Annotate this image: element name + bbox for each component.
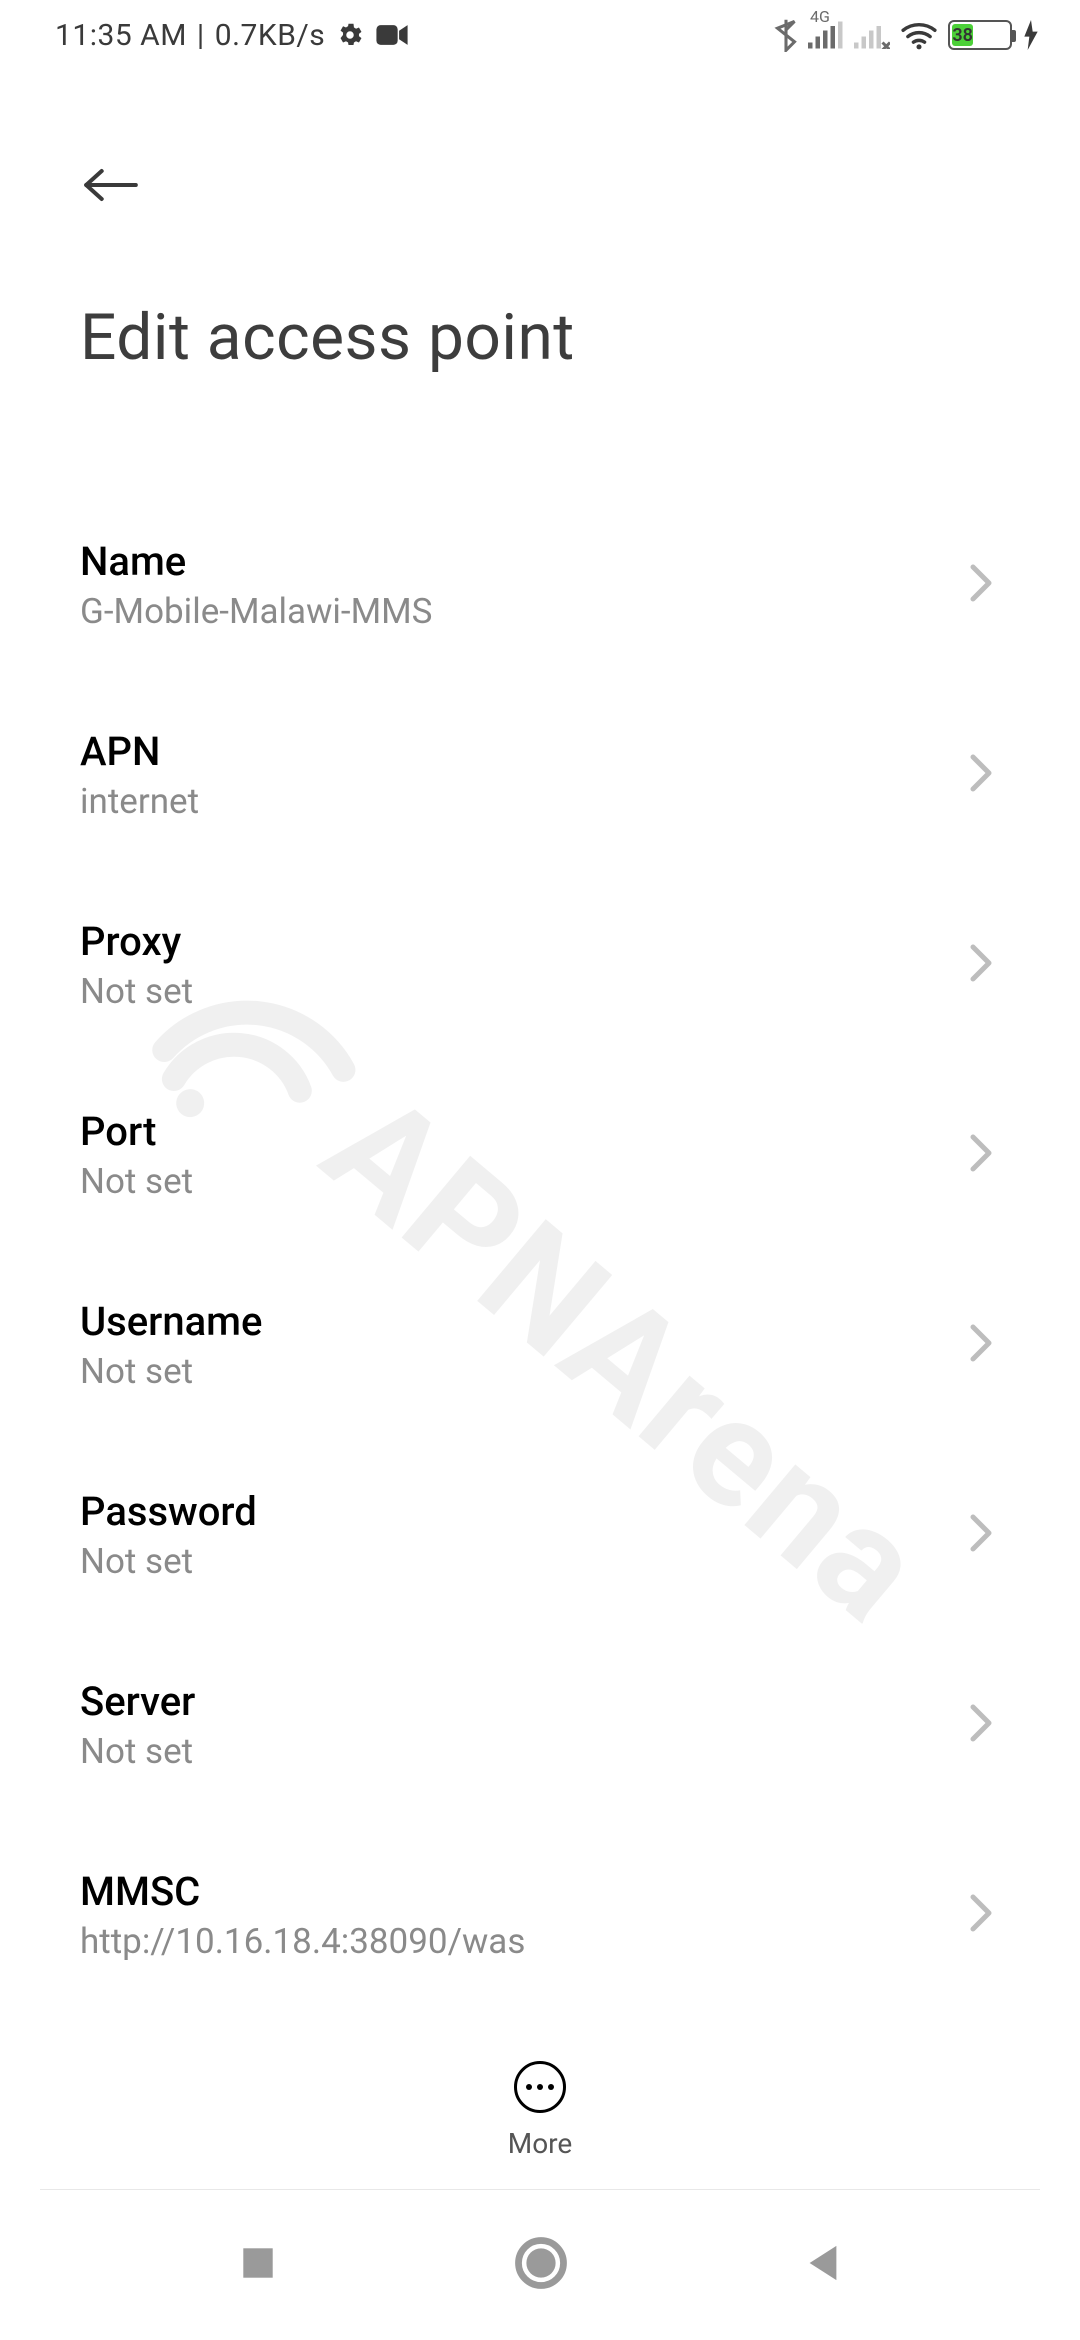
more-label: More (508, 2127, 573, 2160)
battery-level: 38 (952, 24, 973, 46)
row-label: MMSC (80, 1868, 525, 1915)
signal-4g-icon: 4G (808, 21, 844, 49)
nav-home-button[interactable] (514, 2236, 568, 2294)
video-icon (375, 22, 409, 48)
chevron-right-icon (968, 563, 994, 607)
status-separator: | (197, 18, 205, 53)
row-server[interactable]: Server Not set (80, 1630, 1000, 1820)
row-label: Password (80, 1488, 257, 1535)
row-label: Username (80, 1298, 262, 1345)
square-icon (237, 2242, 279, 2284)
row-proxy[interactable]: Proxy Not set (80, 870, 1000, 1060)
row-value: Not set (80, 1161, 193, 1202)
row-value: internet (80, 781, 199, 822)
triangle-left-icon (803, 2242, 843, 2284)
chevron-right-icon (968, 943, 994, 987)
navigation-bar (0, 2190, 1080, 2340)
more-button[interactable]: More (0, 2041, 1080, 2160)
row-password[interactable]: Password Not set (80, 1440, 1000, 1630)
row-value: Not set (80, 1541, 257, 1582)
circle-icon (514, 2236, 568, 2290)
battery-icon: 38 (948, 20, 1012, 50)
row-label: Port (80, 1108, 193, 1155)
gear-icon (335, 20, 365, 50)
chevron-right-icon (968, 1703, 994, 1747)
apn-settings-list: Name G-Mobile-Malawi-MMS APN internet Pr… (0, 490, 1080, 2145)
nav-recent-button[interactable] (237, 2242, 279, 2288)
status-bar: 11:35 AM | 0.7KB/s 4G 38 (0, 0, 1080, 70)
row-port[interactable]: Port Not set (80, 1060, 1000, 1250)
row-label: Server (80, 1678, 195, 1725)
row-username[interactable]: Username Not set (80, 1250, 1000, 1440)
signal-nosim-icon (854, 21, 890, 49)
chevron-right-icon (968, 1893, 994, 1937)
nav-back-button[interactable] (803, 2242, 843, 2288)
row-value: http://10.16.18.4:38090/was (80, 1921, 525, 1962)
chevron-right-icon (968, 1133, 994, 1177)
arrow-left-icon (80, 165, 142, 205)
chevron-right-icon (968, 753, 994, 797)
row-apn[interactable]: APN internet (80, 680, 1000, 870)
row-value: Not set (80, 1731, 195, 1772)
row-name[interactable]: Name G-Mobile-Malawi-MMS (80, 490, 1000, 680)
status-speed: 0.7KB/s (215, 18, 326, 53)
row-label: Name (80, 538, 432, 585)
row-label: Proxy (80, 918, 193, 965)
status-time: 11:35 AM (55, 18, 187, 53)
chevron-right-icon (968, 1513, 994, 1557)
more-icon (514, 2061, 566, 2113)
wifi-icon (900, 20, 938, 50)
row-value: G-Mobile-Malawi-MMS (80, 591, 432, 632)
row-label: APN (80, 728, 199, 775)
bluetooth-icon (774, 18, 798, 52)
row-value: Not set (80, 1351, 262, 1392)
row-value: Not set (80, 971, 193, 1012)
row-mmsc[interactable]: MMSC http://10.16.18.4:38090/was (80, 1820, 1000, 2010)
back-button[interactable] (80, 160, 150, 210)
charging-icon (1022, 20, 1040, 50)
chevron-right-icon (968, 1323, 994, 1367)
page-title: Edit access point (80, 300, 1000, 375)
